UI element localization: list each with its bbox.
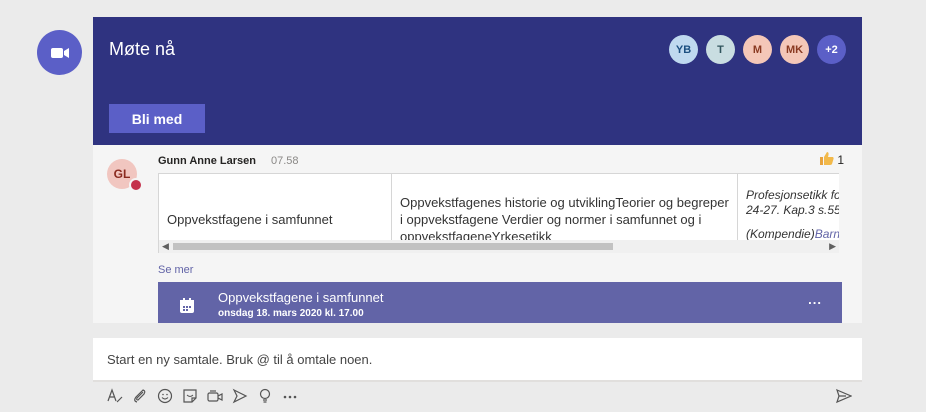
sticker-icon[interactable] xyxy=(182,388,198,404)
horizontal-scrollbar[interactable]: ◀ ▶ xyxy=(158,240,839,253)
participant-avatar[interactable]: MK xyxy=(780,35,809,64)
compose-box[interactable] xyxy=(93,338,862,382)
meet-now-icon[interactable] xyxy=(207,388,223,404)
more-options-icon[interactable]: ... xyxy=(808,292,822,307)
send-icon[interactable] xyxy=(836,388,853,404)
format-icon[interactable] xyxy=(107,388,123,404)
meeting-title: Møte nå xyxy=(109,39,176,59)
meeting-card: Møte nå YB T M MK +2 Bli med xyxy=(93,17,862,145)
table-cell: Oppvekstfagene i samfunnet xyxy=(159,174,392,241)
scroll-right-icon[interactable]: ▶ xyxy=(829,241,836,252)
compose-toolbar xyxy=(107,387,298,405)
table-cell: Oppvekstfagenes historie og utviklingTeo… xyxy=(392,174,738,241)
more-icon[interactable] xyxy=(282,388,298,404)
message-table: Oppvekstfagene i samfunnet Oppvekstfagen… xyxy=(158,173,839,241)
presence-busy-icon xyxy=(129,178,143,192)
scroll-left-icon[interactable]: ◀ xyxy=(162,241,169,252)
event-date: onsdag 18. mars 2020 kl. 17.00 xyxy=(218,308,364,319)
see-more-link[interactable]: Se mer xyxy=(158,264,193,276)
table-link[interactable]: Barn xyxy=(815,227,839,241)
join-button[interactable]: Bli med xyxy=(109,104,205,133)
message-time: 07.58 xyxy=(271,155,299,167)
calendar-icon xyxy=(179,298,195,314)
event-card[interactable]: Oppvekstfagene i samfunnet onsdag 18. ma… xyxy=(158,282,842,323)
message-author: Gunn Anne Larsen xyxy=(158,155,256,167)
scrollbar-thumb[interactable] xyxy=(173,243,613,250)
participant-avatar[interactable]: YB xyxy=(669,35,698,64)
participant-avatar[interactable]: T xyxy=(706,35,735,64)
emoji-icon[interactable] xyxy=(157,388,173,404)
praise-icon[interactable] xyxy=(232,388,248,404)
more-participants-badge[interactable]: +2 xyxy=(817,35,846,64)
thumbs-up-icon xyxy=(820,152,834,168)
reaction-count: 1 xyxy=(837,153,844,167)
lightbulb-icon[interactable] xyxy=(257,388,273,404)
participant-avatars[interactable]: YB T M MK +2 xyxy=(669,35,846,64)
attach-icon[interactable] xyxy=(132,388,148,404)
participant-avatar[interactable]: M xyxy=(743,35,772,64)
event-title: Oppvekstfagene i samfunnet xyxy=(218,290,384,305)
message-thread: GL Gunn Anne Larsen 07.58 1 Oppvekstfage… xyxy=(93,145,862,323)
compose-input[interactable] xyxy=(93,338,862,380)
meeting-video-icon xyxy=(37,30,82,75)
table-cell: Profesjonsetikk fo 24-27. Kap.3 s.55 (Ko… xyxy=(738,174,839,241)
reaction-badge[interactable]: 1 xyxy=(820,152,844,168)
